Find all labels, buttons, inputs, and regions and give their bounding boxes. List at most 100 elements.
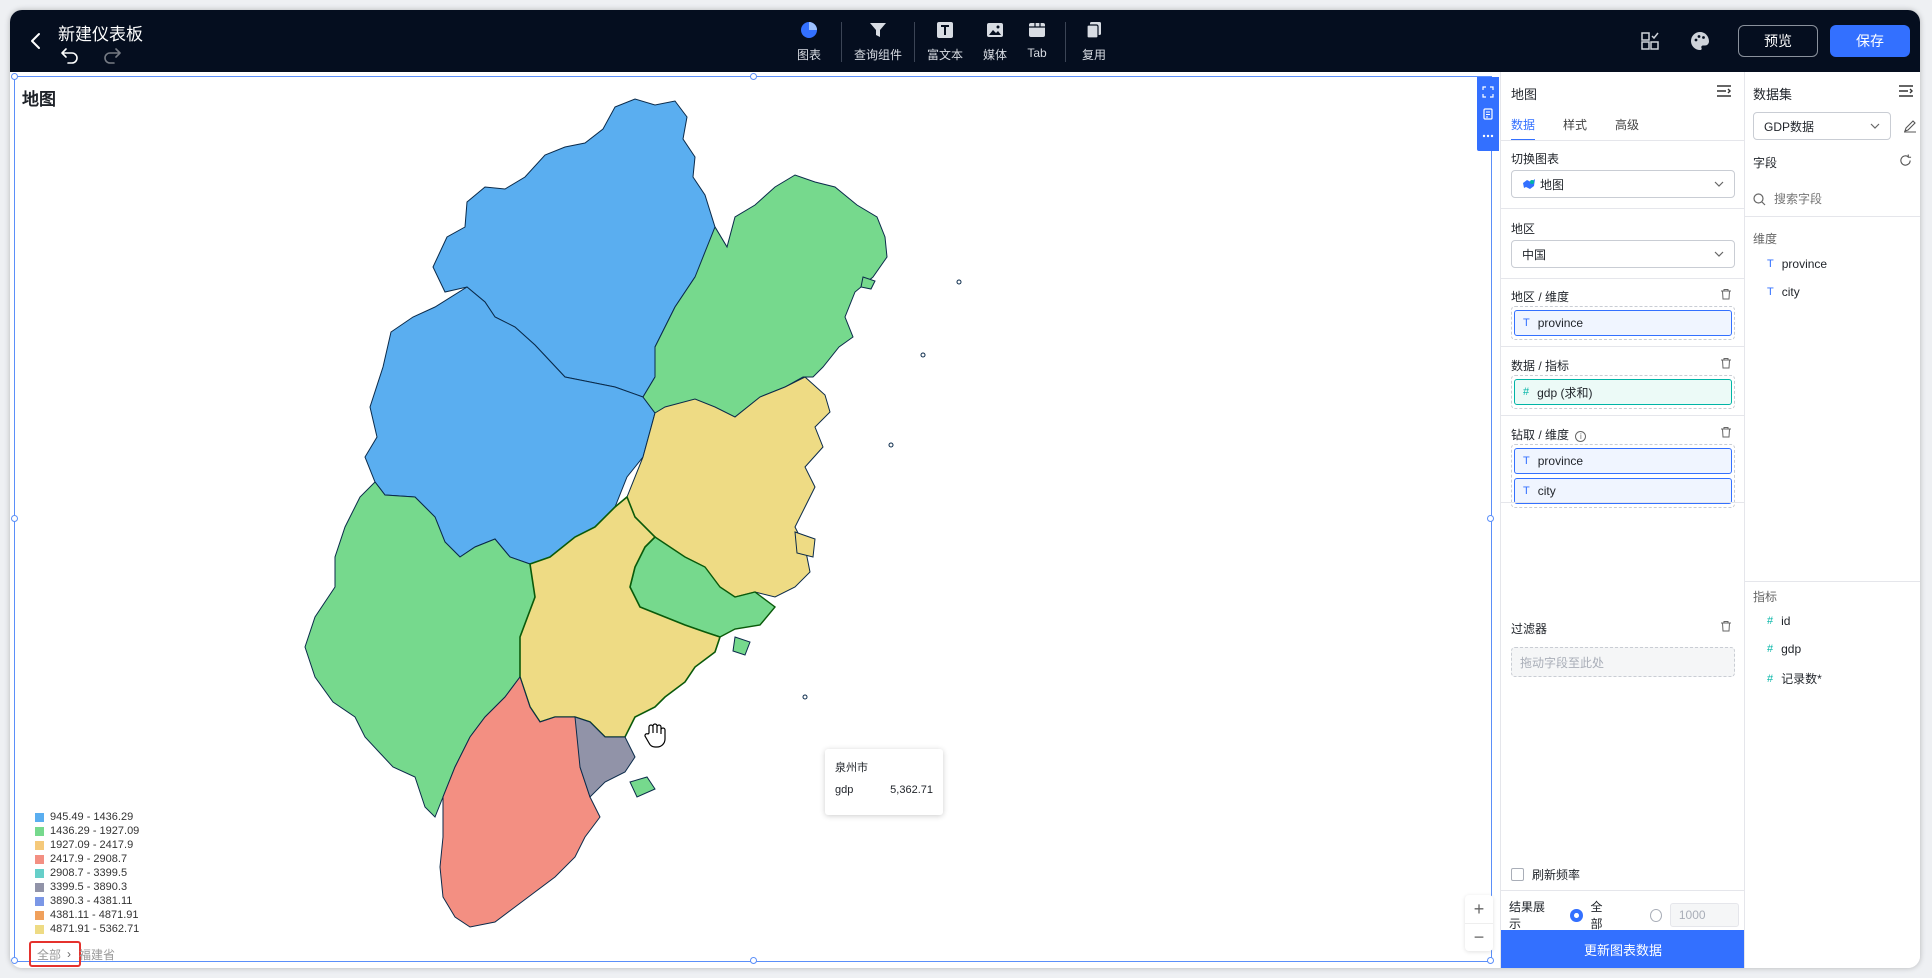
tool-reuse[interactable]: 复用	[1074, 18, 1114, 65]
tool-label: 图表	[796, 48, 821, 62]
chart-action-bar	[1477, 77, 1499, 151]
trash-icon[interactable]	[1720, 620, 1732, 632]
field-pill-province[interactable]: T province	[1514, 310, 1732, 336]
legend-item[interactable]: 2908.7 - 3399.5	[35, 866, 155, 880]
breadcrumb-all[interactable]: 全部	[29, 941, 81, 967]
details-icon[interactable]	[1482, 108, 1494, 120]
number-type-icon: #	[1523, 386, 1530, 398]
field-pill-gdp[interactable]: # gdp (求和)	[1514, 379, 1732, 405]
text-type-icon: T	[1523, 485, 1530, 497]
metric-dropzone[interactable]: # gdp (求和)	[1511, 375, 1735, 409]
panel-title: 地图	[1511, 87, 1538, 102]
radio-limit[interactable]	[1650, 908, 1662, 922]
component-toolbar: 图表 查询组件 富文本 媒体 Tab 复用	[785, 18, 1114, 66]
edit-icon[interactable]	[1903, 119, 1917, 133]
property-panel: 地图 数据 样式 高级 切换图表 地图 地区 中国 地区 / 维度 T prov…	[1500, 72, 1745, 968]
undo-icon[interactable]	[60, 46, 80, 64]
island	[629, 776, 656, 798]
field-pill-province[interactable]: T province	[1514, 448, 1732, 474]
layout-icon[interactable]	[1638, 29, 1662, 53]
tool-rich-text[interactable]: 富文本	[923, 18, 967, 65]
region-dim-dropzone[interactable]: T province	[1511, 306, 1735, 340]
text-type-icon: T	[1767, 286, 1774, 298]
legend-item[interactable]: 1927.09 - 2417.9	[35, 838, 155, 852]
trash-icon[interactable]	[1720, 426, 1732, 438]
field-item-id[interactable]: # id	[1767, 614, 1790, 628]
tool-query[interactable]: 查询组件	[850, 18, 906, 65]
section-divider	[1501, 415, 1745, 416]
legend-item[interactable]: 1436.29 - 1927.09	[35, 824, 155, 838]
chevron-down-icon	[1714, 181, 1724, 187]
toolbar-divider	[1065, 22, 1066, 62]
dataset-value: GDP数据	[1764, 119, 1815, 134]
legend-item[interactable]: 4381.11 - 4871.91	[35, 908, 155, 922]
tool-tab[interactable]: Tab	[1017, 18, 1057, 62]
legend-swatch	[35, 868, 44, 878]
theme-palette-icon[interactable]	[1688, 29, 1712, 53]
more-icon[interactable]	[1482, 130, 1494, 142]
result-row: 结果展示 全部 1000	[1509, 898, 1739, 932]
filter-dropzone[interactable]: 拖动字段至此处	[1511, 647, 1735, 677]
field-item-record-count[interactable]: # 记录数*	[1767, 670, 1822, 687]
section-divider	[1501, 346, 1745, 347]
zoom-out-button[interactable]: −	[1465, 923, 1493, 951]
legend-item[interactable]: 3890.3 - 4381.11	[35, 894, 155, 908]
field-item-province[interactable]: T province	[1767, 257, 1827, 271]
field-item-city[interactable]: T city	[1767, 285, 1800, 299]
zoom-control: + −	[1465, 895, 1493, 951]
drill-dropzone[interactable]: T province T city	[1511, 444, 1735, 508]
refresh-checkbox[interactable]	[1511, 868, 1524, 881]
trash-icon[interactable]	[1720, 357, 1732, 369]
map-tooltip: 泉州市 gdp 5,362.71	[825, 749, 943, 815]
radio-all[interactable]	[1570, 908, 1583, 922]
save-button[interactable]: 保存	[1830, 25, 1910, 57]
field-item-gdp[interactable]: # gdp	[1767, 642, 1801, 656]
legend-item[interactable]: 3399.5 - 3890.3	[35, 880, 155, 894]
drill-label-text: 钻取 / 维度	[1511, 428, 1570, 442]
fujian-map	[304, 98, 962, 928]
island	[888, 442, 894, 448]
tool-media[interactable]: 媒体	[975, 18, 1015, 65]
info-icon[interactable]: i	[1575, 431, 1587, 442]
dataset-select[interactable]: GDP数据	[1753, 112, 1891, 140]
text-type-icon: T	[1523, 455, 1530, 467]
tool-chart[interactable]: 图表	[785, 18, 833, 65]
map-chart-component[interactable]: 地图 945.49 - 1436.29 1436.29 - 1927.09 1927…	[11, 73, 1499, 967]
tab-data[interactable]: 数据	[1511, 116, 1536, 141]
legend-swatch	[35, 826, 44, 836]
collapse-icon[interactable]	[1716, 84, 1732, 98]
zoom-in-button[interactable]: +	[1465, 895, 1493, 923]
tool-label: 复用	[1081, 48, 1106, 62]
tool-label: Tab	[1027, 46, 1047, 60]
chart-type-select[interactable]: 地图	[1511, 170, 1735, 198]
tab-advanced[interactable]: 高级	[1615, 116, 1639, 141]
limit-input[interactable]: 1000	[1669, 903, 1739, 927]
preview-button[interactable]: 预览	[1738, 25, 1818, 57]
text-type-icon: T	[1523, 317, 1530, 329]
section-divider	[1501, 208, 1745, 209]
app-window: 新建仪表板 图表 查询组件 富文本 媒体 Tab 复用 预览 保存 地图 945…	[10, 10, 1920, 968]
tab-style[interactable]: 样式	[1563, 116, 1587, 141]
collapse-icon[interactable]	[1898, 84, 1914, 98]
back-arrow-icon[interactable]	[24, 29, 48, 53]
trash-icon[interactable]	[1720, 288, 1732, 300]
legend-item[interactable]: 4871.91 - 5362.71	[35, 922, 155, 936]
dashboard-title[interactable]: 新建仪表板	[58, 20, 143, 45]
image-icon	[987, 23, 1003, 37]
text-icon	[937, 22, 953, 38]
breadcrumb-current[interactable]: 福建省	[79, 946, 115, 963]
legend-label: 2417.9 - 2908.7	[50, 853, 128, 865]
legend-swatch	[35, 910, 44, 920]
expand-icon[interactable]	[1482, 86, 1494, 98]
redo-icon[interactable]	[102, 46, 122, 64]
region-select[interactable]: 中国	[1511, 240, 1735, 268]
pill-label: province	[1537, 316, 1584, 330]
legend-item[interactable]: 2417.9 - 2908.7	[35, 852, 155, 866]
field-pill-city[interactable]: T city	[1514, 478, 1732, 504]
drill-label: 钻取 / 维度 i	[1511, 426, 1587, 443]
update-chart-data-button[interactable]: 更新图表数据	[1501, 930, 1745, 968]
legend-item[interactable]: 945.49 - 1436.29	[35, 810, 155, 824]
field-search-input[interactable]	[1774, 192, 1894, 206]
tooltip-city: 泉州市	[835, 762, 868, 774]
refresh-icon[interactable]	[1899, 154, 1912, 167]
